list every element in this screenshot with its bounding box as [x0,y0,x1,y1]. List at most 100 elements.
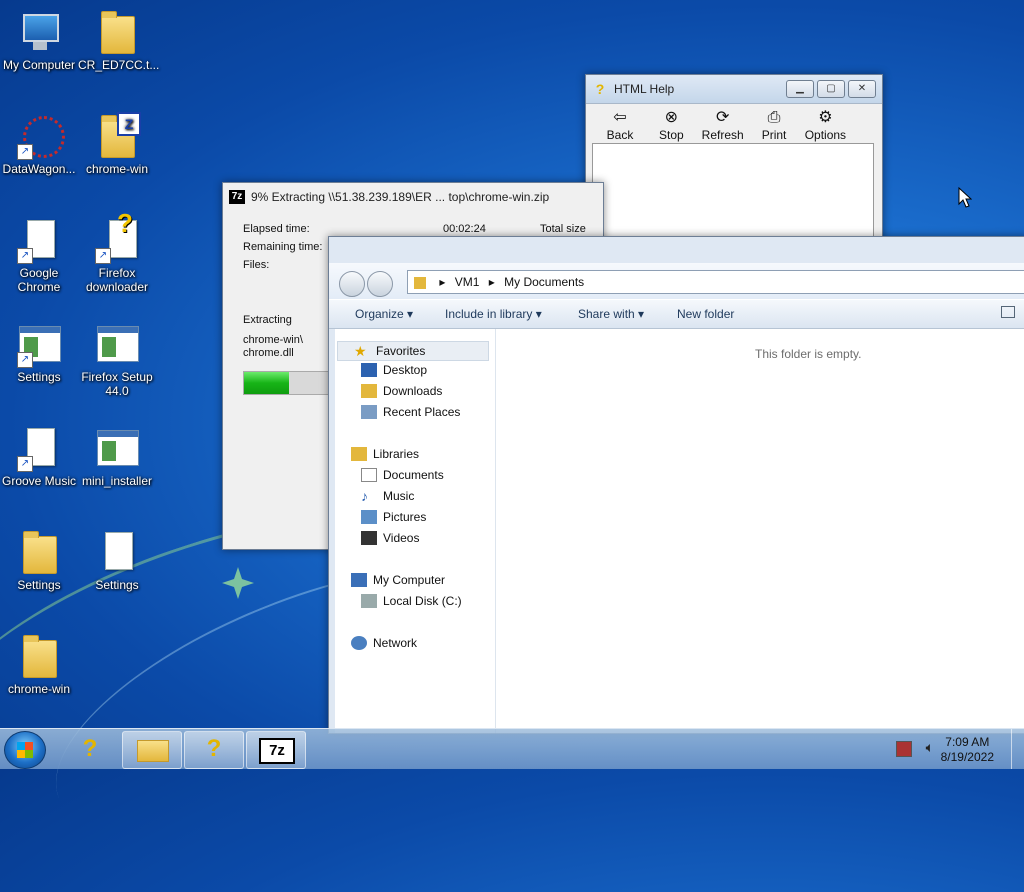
nav-my-computer[interactable]: My Computer [351,573,445,587]
new-folder-button[interactable]: New folder [677,307,734,321]
print-button[interactable]: ⎙ Print [750,108,798,142]
elapsed-time-value: 00:02:24 [443,223,486,235]
desktop-icon-chrome-win-zip[interactable]: Z chrome-win [78,112,156,176]
view-options-icon[interactable] [1001,306,1015,318]
chevron-right-icon: ▸ [488,275,495,289]
nav-documents[interactable]: Documents [361,468,444,482]
music-icon: ♪ [361,488,368,504]
computer-icon [15,8,63,56]
nav-local-disk[interactable]: Local Disk (C:) [361,594,462,608]
address-bar[interactable]: ▸ VM1 ▸ My Documents [407,270,1024,294]
taskbar-help-window-button[interactable]: ? [184,731,244,769]
close-button[interactable]: ✕ [848,80,876,98]
empty-folder-message: This folder is empty. [755,347,862,361]
back-arrow-icon: ⇦ [613,109,627,126]
desktop-icon-groove-music[interactable]: ↗ Groove Music [0,424,78,488]
mouse-cursor-icon [958,187,972,208]
minimize-button[interactable]: ▁ [786,80,814,98]
options-button[interactable]: ⚙ Options [801,108,849,142]
nav-videos[interactable]: Videos [361,531,419,545]
computer-icon [351,573,367,587]
disk-icon [361,594,377,608]
help-toolbar: ⇦ Back ⊗ Stop ⟳ Refresh ⎙ Print ⚙ Options [586,104,882,144]
progress-fill [244,372,289,394]
desktop-icon-firefox-downloader[interactable]: ? ↗ Firefox downloader [78,210,156,294]
nav-music[interactable]: ♪ Music [361,489,414,503]
start-button[interactable] [4,731,46,769]
nav-pictures[interactable]: Pictures [361,510,426,524]
pictures-icon [361,510,377,524]
folder-icon [414,276,426,289]
clock[interactable]: 7:09 AM 8/19/2022 [941,735,994,765]
clock-time: 7:09 AM [945,735,990,749]
document-icon [93,528,141,576]
command-bar: Organize ▾ Include in library ▾ Share wi… [329,299,1024,329]
include-in-library-menu[interactable]: Include in library ▾ [445,307,542,321]
desktop-icon-mini-installer[interactable]: mini_installer [78,424,156,488]
nav-libraries[interactable]: Libraries [351,447,419,461]
folder-content-area[interactable]: This folder is empty. [496,329,1024,733]
zip-folder-icon: Z [93,112,141,160]
html-help-window[interactable]: ? HTML Help ▁ ▢ ✕ ⇦ Back ⊗ Stop ⟳ Refresh ⎙… [585,74,883,246]
star-icon: ★ [354,343,367,359]
help-icon: ? [595,81,605,97]
address-bar-area: ▸ VM1 ▸ My Documents [329,263,1024,299]
breadcrumb-vm1[interactable]: VM1 [455,275,480,289]
status-text: Extracting [243,314,292,326]
desktop-icon-settings-file[interactable]: Settings [78,528,156,592]
desktop-icon-settings[interactable]: ↗ Settings [0,320,78,384]
nav-favorites[interactable]: ★ Favorites [337,341,489,361]
html-help-titlebar[interactable]: ? HTML Help ▁ ▢ ✕ [586,75,882,104]
extract-titlebar[interactable]: 7z 9% Extracting \\51.38.239.189\ER ... … [223,183,603,211]
folder-icon [15,632,63,680]
folder-icon [137,740,169,762]
windows-logo-icon [17,742,33,758]
documents-icon [361,468,377,482]
share-with-menu[interactable]: Share with ▾ [578,307,644,321]
chevron-right-icon: ▸ [439,275,446,289]
taskbar-help-button[interactable]: ? [60,731,120,769]
back-button[interactable]: ⇦ Back [596,108,644,142]
desktop-icon [361,363,377,377]
desktop-icon-datawagon[interactable]: ↗ DataWagon... [0,112,78,176]
nav-desktop[interactable]: Desktop [361,363,427,377]
desktop-icon-chrome-win-folder[interactable]: chrome-win [0,632,78,696]
maximize-button[interactable]: ▢ [817,80,845,98]
shortcut-arrow-icon: ↗ [17,352,33,368]
desktop-icon-settings-folder[interactable]: Settings [0,528,78,592]
nav-downloads[interactable]: Downloads [361,384,442,398]
shortcut-arrow-icon: ↗ [17,248,33,264]
desktop-icon-google-chrome[interactable]: ↗ Google Chrome [0,216,78,294]
taskbar-explorer-button[interactable] [122,731,182,769]
nav-network[interactable]: Network [351,636,417,650]
installer-icon [93,424,141,472]
help-icon: ? [82,735,98,762]
back-arrow-icon[interactable] [339,271,365,297]
downloads-icon [361,384,377,398]
network-status-icon[interactable] [896,741,912,757]
datawagon-icon: ↗ [15,112,65,160]
taskbar-7zip-button[interactable]: 7z [246,731,306,769]
desktop-icon-firefox-setup[interactable]: Firefox Setup 44.0 [78,320,156,398]
show-desktop-button[interactable] [1011,729,1024,769]
clock-date: 8/19/2022 [940,750,994,764]
volume-icon[interactable]: 🔈︎ [926,739,934,756]
nav-recent-places[interactable]: Recent Places [361,405,460,419]
explorer-titlebar[interactable] [329,237,1024,263]
stop-button[interactable]: ⊗ Stop [647,108,695,142]
document-icon: ↗ [15,216,63,264]
explorer-window[interactable]: ▸ VM1 ▸ My Documents Organize ▾ Include … [328,236,1024,734]
printer-icon: ⎙ [767,109,781,126]
refresh-button[interactable]: ⟳ Refresh [699,108,747,142]
desktop-icon-cr-file[interactable]: CR_ED7CC.t... [78,8,159,72]
breadcrumb-my-documents[interactable]: My Documents [504,275,584,289]
shortcut-arrow-icon: ↗ [17,456,33,472]
forward-arrow-icon[interactable] [367,271,393,297]
desktop-icon-my-computer[interactable]: My Computer [0,8,78,72]
folder-icon [15,528,63,576]
organize-menu[interactable]: Organize ▾ [355,307,413,321]
window-title: 9% Extracting \\51.38.239.189\ER ... top… [251,190,550,204]
current-file: chrome.dll [243,347,294,359]
window-title: HTML Help [614,82,675,96]
recent-places-icon [361,405,377,419]
